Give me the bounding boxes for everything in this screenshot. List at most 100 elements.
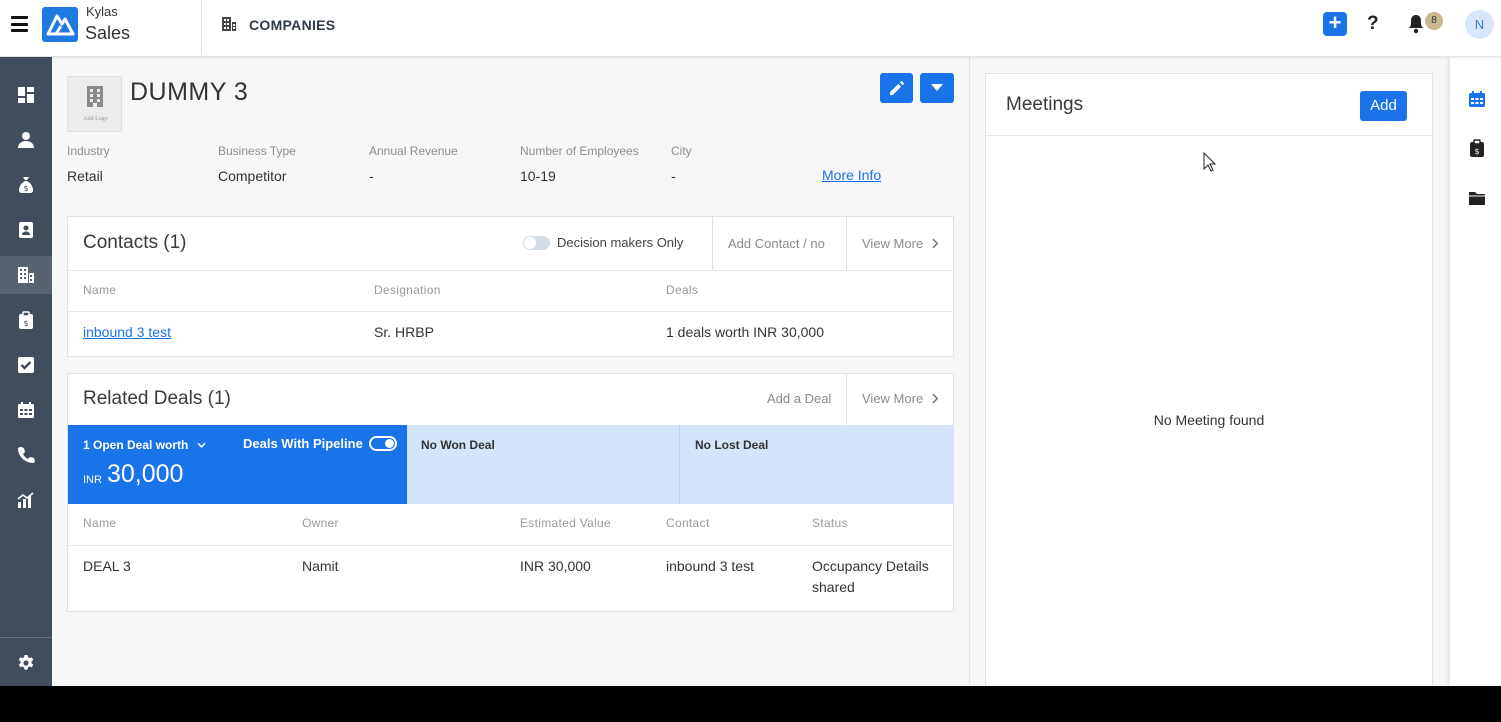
calendar-icon [18,402,34,418]
gear-icon [18,655,34,670]
building-icon [18,267,34,283]
decision-makers-toggle[interactable] [523,236,550,250]
company-name: DUMMY 3 [130,78,249,106]
meetings-title: Meetings [1006,94,1084,115]
column-header-estimated-value: Estimated Value [520,516,611,530]
sidebar-item-companies[interactable] [0,256,52,294]
chevron-down-icon [197,442,206,448]
related-deals-title: Related Deals (1) [83,388,231,409]
pipeline-label: Deals With Pipeline [243,436,363,451]
product-name: Sales [85,23,131,43]
deal-owner: Namit [302,558,339,574]
building-icon [222,17,236,31]
field-label-annual-revenue: Annual Revenue [369,144,458,158]
column-header-status: Status [812,516,848,530]
column-header-owner: Owner [302,516,339,530]
contacts-view-more-button[interactable]: View More [862,236,939,251]
lost-deals-panel[interactable]: No Lost Deal [680,425,954,504]
company-logo-upload[interactable]: Add Logo [67,76,122,132]
field-label-city: City [671,144,692,158]
sidebar-item-dashboard[interactable] [0,76,52,114]
table-header-divider [68,545,953,546]
contact-designation: Sr. HRBP [374,324,434,340]
field-label-employees: Number of Employees [520,144,639,158]
add-meeting-button[interactable]: Add [1360,91,1407,121]
column-header-deals: Deals [666,283,699,297]
brand-name: Kylas [86,4,118,19]
header-separator [846,374,847,425]
field-label-business-type: Business Type [218,144,296,158]
more-info-link[interactable]: More Info [822,167,881,183]
header-separator [846,217,847,270]
sidebar-item-tasks[interactable] [0,346,52,384]
column-header-name: Name [83,516,117,530]
contact-name-link[interactable]: inbound 3 test [83,322,171,343]
sidebar-item-leads[interactable] [0,211,52,249]
open-deals-panel[interactable]: 1 Open Deal worth Deals With Pipeline IN… [68,425,407,504]
sidebar-item-deals[interactable]: $ [0,166,52,204]
deal-estimated-value: INR 30,000 [520,558,591,574]
clipboard-icon[interactable]: $ [1468,139,1486,157]
kylas-logo[interactable] [42,7,78,42]
calendar-icon[interactable] [1468,90,1486,108]
user-icon [18,132,34,148]
add-contact-button[interactable]: Add Contact / no [728,236,825,251]
bell-icon[interactable] [1407,14,1425,34]
sidebar-item-settings[interactable] [0,644,52,682]
sidebar-item-calls[interactable] [0,436,52,474]
deal-status: Occupancy Details shared [812,558,929,595]
open-deal-label: 1 Open Deal worth [83,438,189,452]
quick-add-button[interactable]: + [1323,12,1347,36]
field-value-business-type: Competitor [218,168,287,184]
related-deals-card: Related Deals (1) Add a Deal View More 1… [67,373,954,612]
header-divider [201,0,202,55]
help-icon[interactable]: ? [1367,13,1379,35]
actions-dropdown-button[interactable] [920,73,954,103]
deals-view-more-button[interactable]: View More [862,391,939,406]
sidebar-item-quotes[interactable]: $ [0,301,52,339]
user-avatar[interactable]: N [1465,10,1494,39]
column-header-name: Name [83,283,117,297]
app-window: Kylas Sales COMPANIES + ? 8 N $ $ Add Lo… [0,0,1501,686]
open-deal-amount: 30,000 [107,460,184,488]
contact-deals: 1 deals worth INR 30,000 [666,324,824,340]
deal-name[interactable]: DEAL 3 [83,556,131,577]
field-label-industry: Industry [67,144,110,158]
open-deal-dropdown[interactable]: 1 Open Deal worth [83,438,206,452]
pipeline-toggle[interactable] [369,436,397,451]
view-more-label: View More [862,391,924,406]
field-value-industry: Retail [67,168,103,184]
top-bar: Kylas Sales COMPANIES + ? 8 N [0,0,1501,57]
header-separator [712,217,713,270]
add-deal-button[interactable]: Add a Deal [767,391,831,406]
currency-label: INR [83,474,102,486]
decision-makers-label: Decision makers Only [557,235,684,250]
card-header-divider [68,270,953,271]
sidebar-item-meetings[interactable] [0,391,52,429]
field-value-employees: 10-19 [520,168,556,184]
meetings-empty-state: No Meeting found [1153,412,1265,428]
edit-button[interactable] [880,73,913,103]
won-deals-panel[interactable]: No Won Deal [407,425,680,504]
view-more-label: View More [862,236,924,251]
contacts-title: Contacts (1) [83,232,187,253]
sidebar-item-reports[interactable] [0,481,52,519]
svg-text:$: $ [23,319,28,328]
menu-icon[interactable] [11,16,28,32]
checkbox-icon [18,357,34,373]
svg-text:$: $ [23,184,28,193]
mouse-cursor [1203,152,1217,172]
contacts-card: Contacts (1) Decision makers Only Add Co… [67,216,954,357]
won-deal-label: No Won Deal [421,438,495,452]
clipboard-icon: $ [19,311,33,329]
folder-icon[interactable] [1468,189,1486,207]
chevron-right-icon [932,393,939,404]
field-value-annual-revenue: - [369,168,374,184]
money-bag-icon: $ [19,177,33,193]
svg-text:$: $ [1474,147,1479,156]
caret-down-icon [931,84,943,91]
panel-separator [969,57,970,686]
sidebar-item-contacts[interactable] [0,121,52,159]
contact-card-icon [19,222,33,238]
sidebar-divider [0,637,52,638]
